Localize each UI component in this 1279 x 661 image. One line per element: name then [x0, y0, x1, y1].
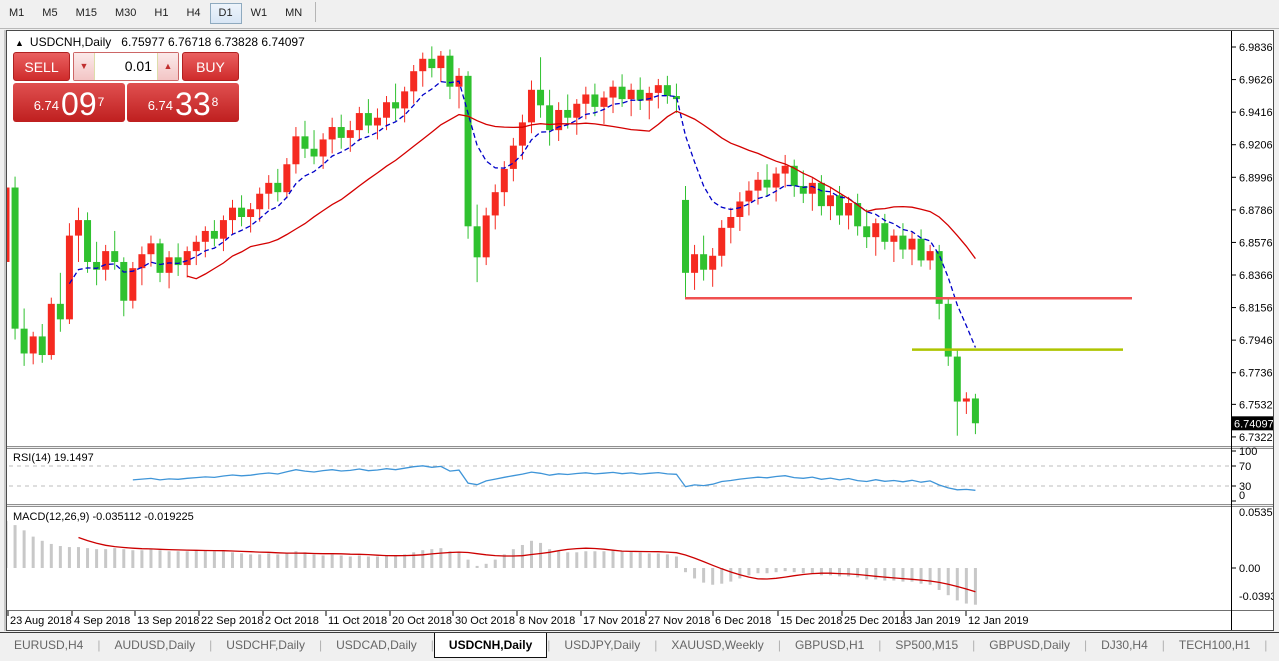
lot-size-value[interactable]: 0.01 [95, 53, 157, 80]
tab-gbpusd-h1[interactable]: GBPUSD,H1 [781, 633, 878, 658]
price-scale: 6.98360 6.96260 6.94160 6.92060 6.89960 6.878… [1231, 31, 1273, 630]
svg-text:22 Sep 2018: 22 Sep 2018 [201, 615, 263, 627]
tab-eurusd-h4[interactable]: EURUSD,H4 [0, 633, 97, 658]
lot-size-stepper: ▼ 0.01 ▲ [73, 52, 179, 81]
svg-text:2 Oct 2018: 2 Oct 2018 [265, 615, 319, 627]
svg-text:0.00: 0.00 [1239, 563, 1260, 575]
svg-text:-0.039333: -0.039333 [1239, 591, 1273, 603]
timeframe-button-h4[interactable]: H4 [177, 3, 209, 24]
tab-xauusd-weekly[interactable]: XAUUSD,Weekly [657, 633, 777, 658]
svg-text:6.87860: 6.87860 [1239, 205, 1273, 217]
svg-text:0: 0 [1239, 490, 1245, 502]
lot-increase-button[interactable]: ▲ [157, 53, 178, 80]
timeframe-button-mn[interactable]: MN [276, 3, 311, 24]
svg-text:13 Sep 2018: 13 Sep 2018 [137, 615, 199, 627]
svg-text:25 Dec 2018: 25 Dec 2018 [844, 615, 906, 627]
buy-price-main: 33 [175, 89, 211, 119]
horizontal-levels [685, 298, 1132, 349]
svg-text:6.89960: 6.89960 [1239, 172, 1273, 184]
one-click-trading-widget: SELL ▼ 0.01 ▲ BUY 6.74 09 7 6.74 33 8 [13, 52, 239, 122]
timeframe-button-m15[interactable]: M15 [67, 3, 106, 24]
chart-window: ▲ USDCNH,Daily 6.75977 6.76718 6.73828 6.7… [6, 30, 1274, 631]
pane-dividers [7, 446, 1273, 611]
tab-sp500-m15[interactable]: SP500,M15 [881, 633, 972, 658]
tab-usdcad-daily[interactable]: USDCAD,Daily [322, 633, 431, 658]
svg-text:3 Jan 2019: 3 Jan 2019 [906, 615, 960, 627]
time-axis: 23 Aug 20184 Sep 2018 13 Sep 201822 Sep 2… [8, 611, 1029, 627]
svg-text:17 Nov 2018: 17 Nov 2018 [583, 615, 645, 627]
tab-dj30-h4[interactable]: DJ30,H4 [1087, 633, 1162, 658]
svg-text:6.94160: 6.94160 [1239, 107, 1273, 119]
svg-text:6.75320: 6.75320 [1239, 399, 1273, 411]
sell-price-pip: 7 [98, 83, 105, 121]
svg-text:30 Oct 2018: 30 Oct 2018 [455, 615, 515, 627]
svg-text:12 Jan 2019: 12 Jan 2019 [968, 615, 1029, 627]
macd-scale: 0.053532 0.00 -0.039333 [1231, 507, 1273, 603]
tab-usdcnh-daily[interactable]: USDCNH,Daily [434, 633, 547, 658]
timeframe-button-m1[interactable]: M1 [0, 3, 33, 24]
buy-price-tile[interactable]: 6.74 33 8 [127, 83, 239, 122]
rsi-level-lines [9, 466, 1231, 486]
timeframe-button-h1[interactable]: H1 [145, 3, 177, 24]
tab-ukoil-h1[interactable]: UKOil,H1 [1267, 633, 1279, 658]
svg-text:27 Nov 2018: 27 Nov 2018 [648, 615, 710, 627]
tab-gbpusd-daily[interactable]: GBPUSD,Daily [975, 633, 1084, 658]
svg-text:0.053532: 0.053532 [1239, 507, 1273, 519]
tab-audusd-daily[interactable]: AUDUSD,Daily [100, 633, 209, 658]
svg-text:8 Nov 2018: 8 Nov 2018 [519, 615, 575, 627]
chart-ohlc-values: 6.75977 6.76718 6.73828 6.74097 [121, 35, 305, 49]
timeframe-button-d1[interactable]: D1 [210, 3, 242, 24]
rsi-scale: 10070300 [1231, 446, 1257, 502]
timeframe-button-m5[interactable]: M5 [33, 3, 66, 24]
svg-text:6.74097: 6.74097 [1234, 418, 1273, 430]
svg-text:6.92060: 6.92060 [1239, 140, 1273, 152]
svg-text:23 Aug 2018: 23 Aug 2018 [10, 615, 72, 627]
tab-usdchf-daily[interactable]: USDCHF,Daily [212, 633, 319, 658]
svg-text:6.96260: 6.96260 [1239, 75, 1273, 87]
collapse-triangle-icon[interactable]: ▲ [15, 38, 24, 48]
tab-tech100-h1[interactable]: TECH100,H1 [1165, 633, 1264, 658]
svg-text:20 Oct 2018: 20 Oct 2018 [392, 615, 452, 627]
buy-button[interactable]: BUY [182, 52, 239, 81]
toolbar-separator [315, 2, 316, 22]
symbol-tab-bar: EURUSD,H4|AUDUSD,Daily|USDCHF,Daily|USDC… [0, 632, 1279, 658]
svg-text:6.77360: 6.77360 [1239, 368, 1273, 380]
svg-text:6.83660: 6.83660 [1239, 270, 1273, 282]
svg-text:6.81560: 6.81560 [1239, 303, 1273, 315]
macd-label: MACD(12,26,9) -0.035112 -0.019225 [13, 511, 194, 523]
sell-price-prefix: 6.74 [34, 93, 59, 119]
chart-symbol-label: USDCNH,Daily [30, 35, 111, 49]
macd-histogram [7, 521, 977, 605]
tab-usdjpy-daily[interactable]: USDJPY,Daily [550, 633, 654, 658]
svg-text:6 Dec 2018: 6 Dec 2018 [715, 615, 771, 627]
buy-price-pip: 8 [212, 83, 219, 121]
lot-decrease-button[interactable]: ▼ [74, 53, 95, 80]
svg-text:4 Sep 2018: 4 Sep 2018 [74, 615, 130, 627]
rsi-line [133, 466, 976, 491]
svg-text:6.85760: 6.85760 [1239, 237, 1273, 249]
indicator-labels: RSI(14) 19.1497 MACD(12,26,9) -0.035112 -… [13, 452, 194, 523]
rsi-label: RSI(14) 19.1497 [13, 452, 94, 464]
svg-text:6.79460: 6.79460 [1239, 335, 1273, 347]
svg-text:70: 70 [1239, 461, 1251, 473]
svg-text:6.98360: 6.98360 [1239, 42, 1273, 54]
chart-title: ▲ USDCNH,Daily 6.75977 6.76718 6.73828 6.7… [15, 35, 305, 49]
svg-text:6.73220: 6.73220 [1239, 432, 1273, 444]
sell-button[interactable]: SELL [13, 52, 70, 81]
timeframe-button-m30[interactable]: M30 [106, 3, 145, 24]
svg-text:100: 100 [1239, 446, 1257, 458]
timeframe-toolbar: M1M5M15M30H1H4D1W1MN [0, 0, 1279, 29]
buy-price-prefix: 6.74 [148, 93, 173, 119]
sell-price-main: 09 [61, 89, 97, 119]
timeframe-button-w1[interactable]: W1 [242, 3, 277, 24]
sell-price-tile[interactable]: 6.74 09 7 [13, 83, 125, 122]
svg-text:15 Dec 2018: 15 Dec 2018 [780, 615, 842, 627]
svg-text:11 Oct 2018: 11 Oct 2018 [328, 615, 387, 627]
